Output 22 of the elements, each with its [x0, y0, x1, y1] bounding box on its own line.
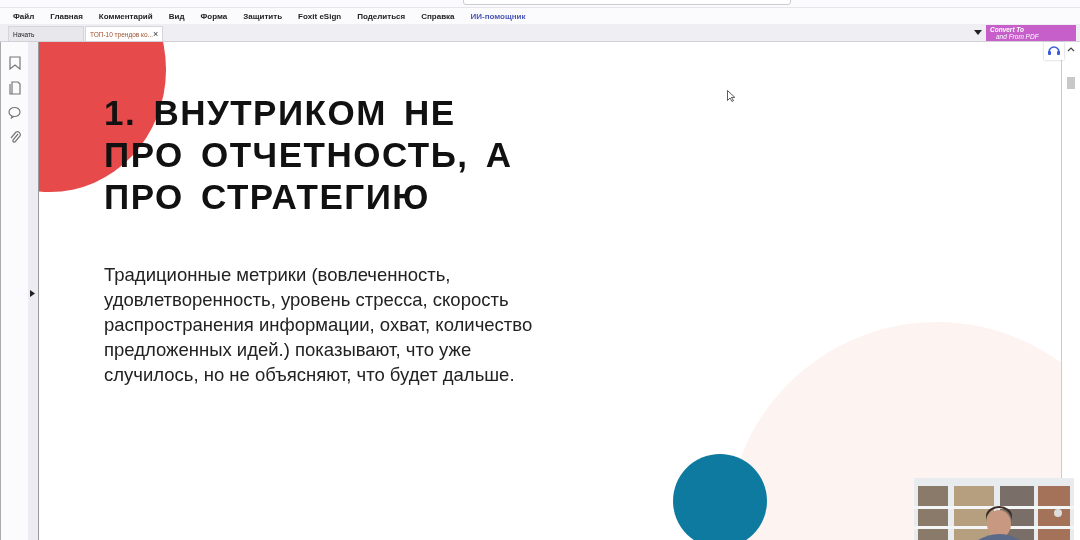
menu-item[interactable]: ИИ-помощник: [470, 11, 526, 21]
pages-icon[interactable]: [8, 81, 21, 95]
menu-item[interactable]: Справка: [421, 11, 455, 21]
menu-item[interactable]: Форма: [200, 11, 228, 21]
paperclip-icon[interactable]: [8, 130, 21, 144]
bookmark-icon[interactable]: [8, 56, 21, 70]
scroll-up-icon[interactable]: [1067, 46, 1075, 52]
mouse-cursor-icon: [727, 90, 735, 102]
menu-item[interactable]: Главная: [50, 11, 83, 21]
menu-item[interactable]: Вид: [168, 11, 185, 21]
dropdown-caret-icon[interactable]: [974, 30, 982, 35]
slide-paragraph: Традиционные метрики (вовлеченность, удовлетворенность, уровень стресса, скорость распространения информации, охват, количество предложенных идей.) показывают, что уже случилось, но не объясняют, что будет дальше.: [104, 263, 534, 387]
support-headset-icon[interactable]: [1044, 42, 1064, 60]
menu-item[interactable]: Комментарий: [98, 11, 153, 21]
menu-item[interactable]: Поделиться: [357, 11, 406, 21]
close-icon[interactable]: ×: [153, 29, 159, 39]
expand-arrow-icon[interactable]: [30, 290, 35, 297]
menu-item[interactable]: Защитить: [243, 11, 283, 21]
comment-icon[interactable]: [8, 106, 21, 119]
menu-item[interactable]: Файл: [13, 11, 35, 21]
scrollbar-thumb[interactable]: [1067, 77, 1075, 89]
menu-item[interactable]: Foxit eSign: [298, 11, 342, 21]
